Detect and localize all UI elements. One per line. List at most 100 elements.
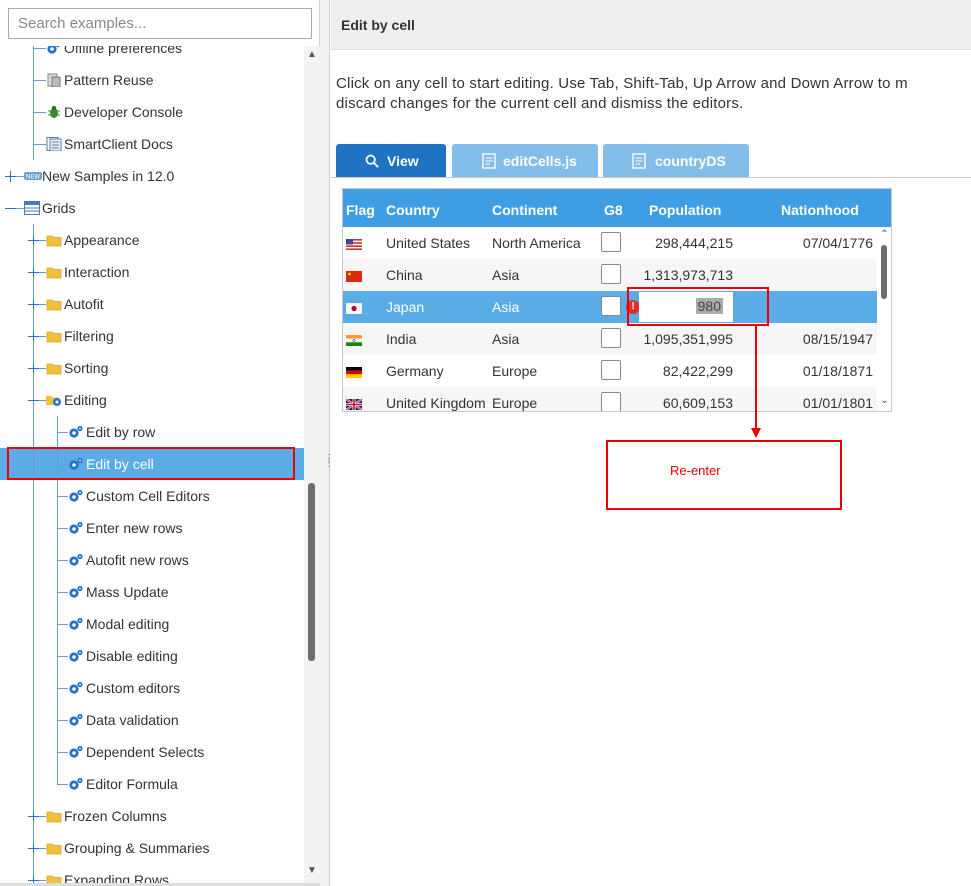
cell-continent[interactable]: Europe xyxy=(492,363,537,379)
cell-population[interactable]: 298,444,215 xyxy=(633,235,733,251)
grid-scrollbar[interactable]: ⌃ ⌄ xyxy=(877,227,891,411)
scrollbar-thumb[interactable] xyxy=(308,483,315,661)
expand-icon[interactable] xyxy=(28,331,39,342)
tree-item-label: Disable editing xyxy=(86,648,178,664)
tab-editcells-label: editCells.js xyxy=(503,153,577,169)
collapse-icon[interactable] xyxy=(28,395,39,406)
tree-item-pattern-reuse[interactable]: Pattern Reuse xyxy=(0,64,304,96)
tree-item-frozen-columns[interactable]: Frozen Columns xyxy=(0,800,304,832)
cell-population[interactable]: 1,313,973,713 xyxy=(633,267,733,283)
tree-item-edit-by-row[interactable]: Edit by row xyxy=(0,416,304,448)
cell-nationhood[interactable]: 07/04/1776 xyxy=(763,235,873,251)
gear-icon xyxy=(68,713,84,727)
cell-nationhood[interactable]: 01/18/1871 xyxy=(763,363,873,379)
tree-item-disable-editing[interactable]: Disable editing xyxy=(0,640,304,672)
table-row[interactable]: India Asia 1,095,351,995 08/15/1947 xyxy=(343,323,877,355)
table-row[interactable]: Japan Asia xyxy=(343,291,877,323)
expand-icon[interactable] xyxy=(5,171,16,182)
header-nationhood[interactable]: Nationhood xyxy=(781,202,859,218)
cell-country[interactable]: India xyxy=(386,331,416,347)
tree-item-appearance[interactable]: Appearance xyxy=(0,224,304,256)
cell-continent[interactable]: Asia xyxy=(492,299,519,315)
header-country[interactable]: Country xyxy=(386,202,440,218)
table-row[interactable]: United Kingdom Europe 60,609,153 01/01/1801 xyxy=(343,387,877,411)
tree-item-new-samples-in-12-0[interactable]: NEW New Samples in 12.0 xyxy=(0,160,304,192)
svg-text:NEW: NEW xyxy=(26,174,40,181)
tree-item-grids[interactable]: Grids xyxy=(0,192,304,224)
cell-continent[interactable]: North America xyxy=(492,235,581,251)
cell-continent[interactable]: Europe xyxy=(492,395,537,411)
expand-icon[interactable] xyxy=(28,235,39,246)
new-badge-icon: NEW xyxy=(24,169,42,183)
tree-item-autofit[interactable]: Autofit xyxy=(0,288,304,320)
callout-text: Re-enter xyxy=(670,463,721,478)
tree-item-label: Modal editing xyxy=(86,616,170,632)
folder-icon xyxy=(46,297,62,311)
tree-item-developer-console[interactable]: Developer Console xyxy=(0,96,304,128)
expand-icon[interactable] xyxy=(28,811,39,822)
tree-item-expanding-rows[interactable]: Expanding Rows xyxy=(0,864,304,884)
header-flag[interactable]: Flag xyxy=(346,202,375,218)
tree-item-modal-editing[interactable]: Modal editing xyxy=(0,608,304,640)
g8-checkbox[interactable] xyxy=(601,360,621,380)
cell-population[interactable]: 82,422,299 xyxy=(633,363,733,379)
tree-item-enter-new-rows[interactable]: Enter new rows xyxy=(0,512,304,544)
expand-icon[interactable] xyxy=(28,299,39,310)
grid-scroll-up-icon[interactable]: ⌃ xyxy=(879,229,890,240)
table-row[interactable]: United States North America 298,444,215 07/… xyxy=(343,227,877,259)
tree-item-custom-editors[interactable]: Custom editors xyxy=(0,672,304,704)
header-population[interactable]: Population xyxy=(649,202,721,218)
tree-item-data-validation[interactable]: Data validation xyxy=(0,704,304,736)
japan-flag-icon xyxy=(345,301,363,315)
grid-scroll-down-icon[interactable]: ⌄ xyxy=(879,395,890,406)
tab-countryds[interactable]: countryDS xyxy=(603,144,749,178)
g8-checkbox[interactable] xyxy=(601,392,621,411)
grid-scrollbar-thumb[interactable] xyxy=(881,245,887,299)
tree-item-editor-formula[interactable]: Editor Formula xyxy=(0,768,304,800)
cell-population[interactable]: 1,095,351,995 xyxy=(633,331,733,347)
cell-nationhood[interactable]: 08/15/1947 xyxy=(763,331,873,347)
tab-editcells-js[interactable]: editCells.js xyxy=(452,144,598,178)
tree-item-interaction[interactable]: Interaction xyxy=(0,256,304,288)
germany-flag-icon xyxy=(346,365,362,378)
scroll-down-arrow-icon[interactable]: ▼ xyxy=(307,866,317,876)
tree-item-dependent-selects[interactable]: Dependent Selects xyxy=(0,736,304,768)
tree-item-custom-cell-editors[interactable]: Custom Cell Editors xyxy=(0,480,304,512)
tree-item-filtering[interactable]: Filtering xyxy=(0,320,304,352)
g8-checkbox[interactable] xyxy=(601,232,621,252)
collapse-icon[interactable] xyxy=(5,203,16,214)
gear-icon xyxy=(68,649,84,663)
cell-country[interactable]: China xyxy=(386,267,423,283)
cell-continent[interactable]: Asia xyxy=(492,331,519,347)
table-row[interactable]: China Asia 1,313,973,713 xyxy=(343,259,877,291)
scroll-up-arrow-icon[interactable]: ▲ xyxy=(307,50,317,60)
table-row[interactable]: Germany Europe 82,422,299 01/18/1871 xyxy=(343,355,877,387)
search-input[interactable] xyxy=(8,8,312,39)
tree-item-smartclient-docs[interactable]: SmartClient Docs xyxy=(0,128,304,160)
gear-icon xyxy=(68,585,84,599)
tree-item-autofit-new-rows[interactable]: Autofit new rows xyxy=(0,544,304,576)
cell-country[interactable]: United Kingdom xyxy=(386,395,486,411)
expand-icon[interactable] xyxy=(28,843,39,854)
cell-country[interactable]: Germany xyxy=(386,363,444,379)
header-continent[interactable]: Continent xyxy=(492,202,557,218)
g8-checkbox[interactable] xyxy=(601,328,621,348)
g8-checkbox[interactable] xyxy=(601,264,621,284)
tab-view[interactable]: View xyxy=(336,144,446,178)
g8-checkbox[interactable] xyxy=(601,296,621,316)
panel-splitter[interactable]: ⋮ ⋮ xyxy=(320,0,334,886)
cell-country[interactable]: United States xyxy=(386,235,470,251)
tree-item-sorting[interactable]: Sorting xyxy=(0,352,304,384)
cell-population[interactable]: 60,609,153 xyxy=(633,395,733,411)
tree-item-offline-preferences[interactable]: Offline preferences xyxy=(0,46,304,64)
cell-nationhood[interactable]: 01/01/1801 xyxy=(763,395,873,411)
tree-item-editing[interactable]: Editing xyxy=(0,384,304,416)
tree-item-grouping-summaries[interactable]: Grouping & Summaries xyxy=(0,832,304,864)
header-g8[interactable]: G8 xyxy=(604,202,623,218)
cell-continent[interactable]: Asia xyxy=(492,267,519,283)
expand-icon[interactable] xyxy=(28,267,39,278)
tree-scrollbar[interactable]: ▲ ▼ xyxy=(304,46,320,884)
tree-item-mass-update[interactable]: Mass Update xyxy=(0,576,304,608)
cell-country[interactable]: Japan xyxy=(386,299,424,315)
expand-icon[interactable] xyxy=(28,363,39,374)
